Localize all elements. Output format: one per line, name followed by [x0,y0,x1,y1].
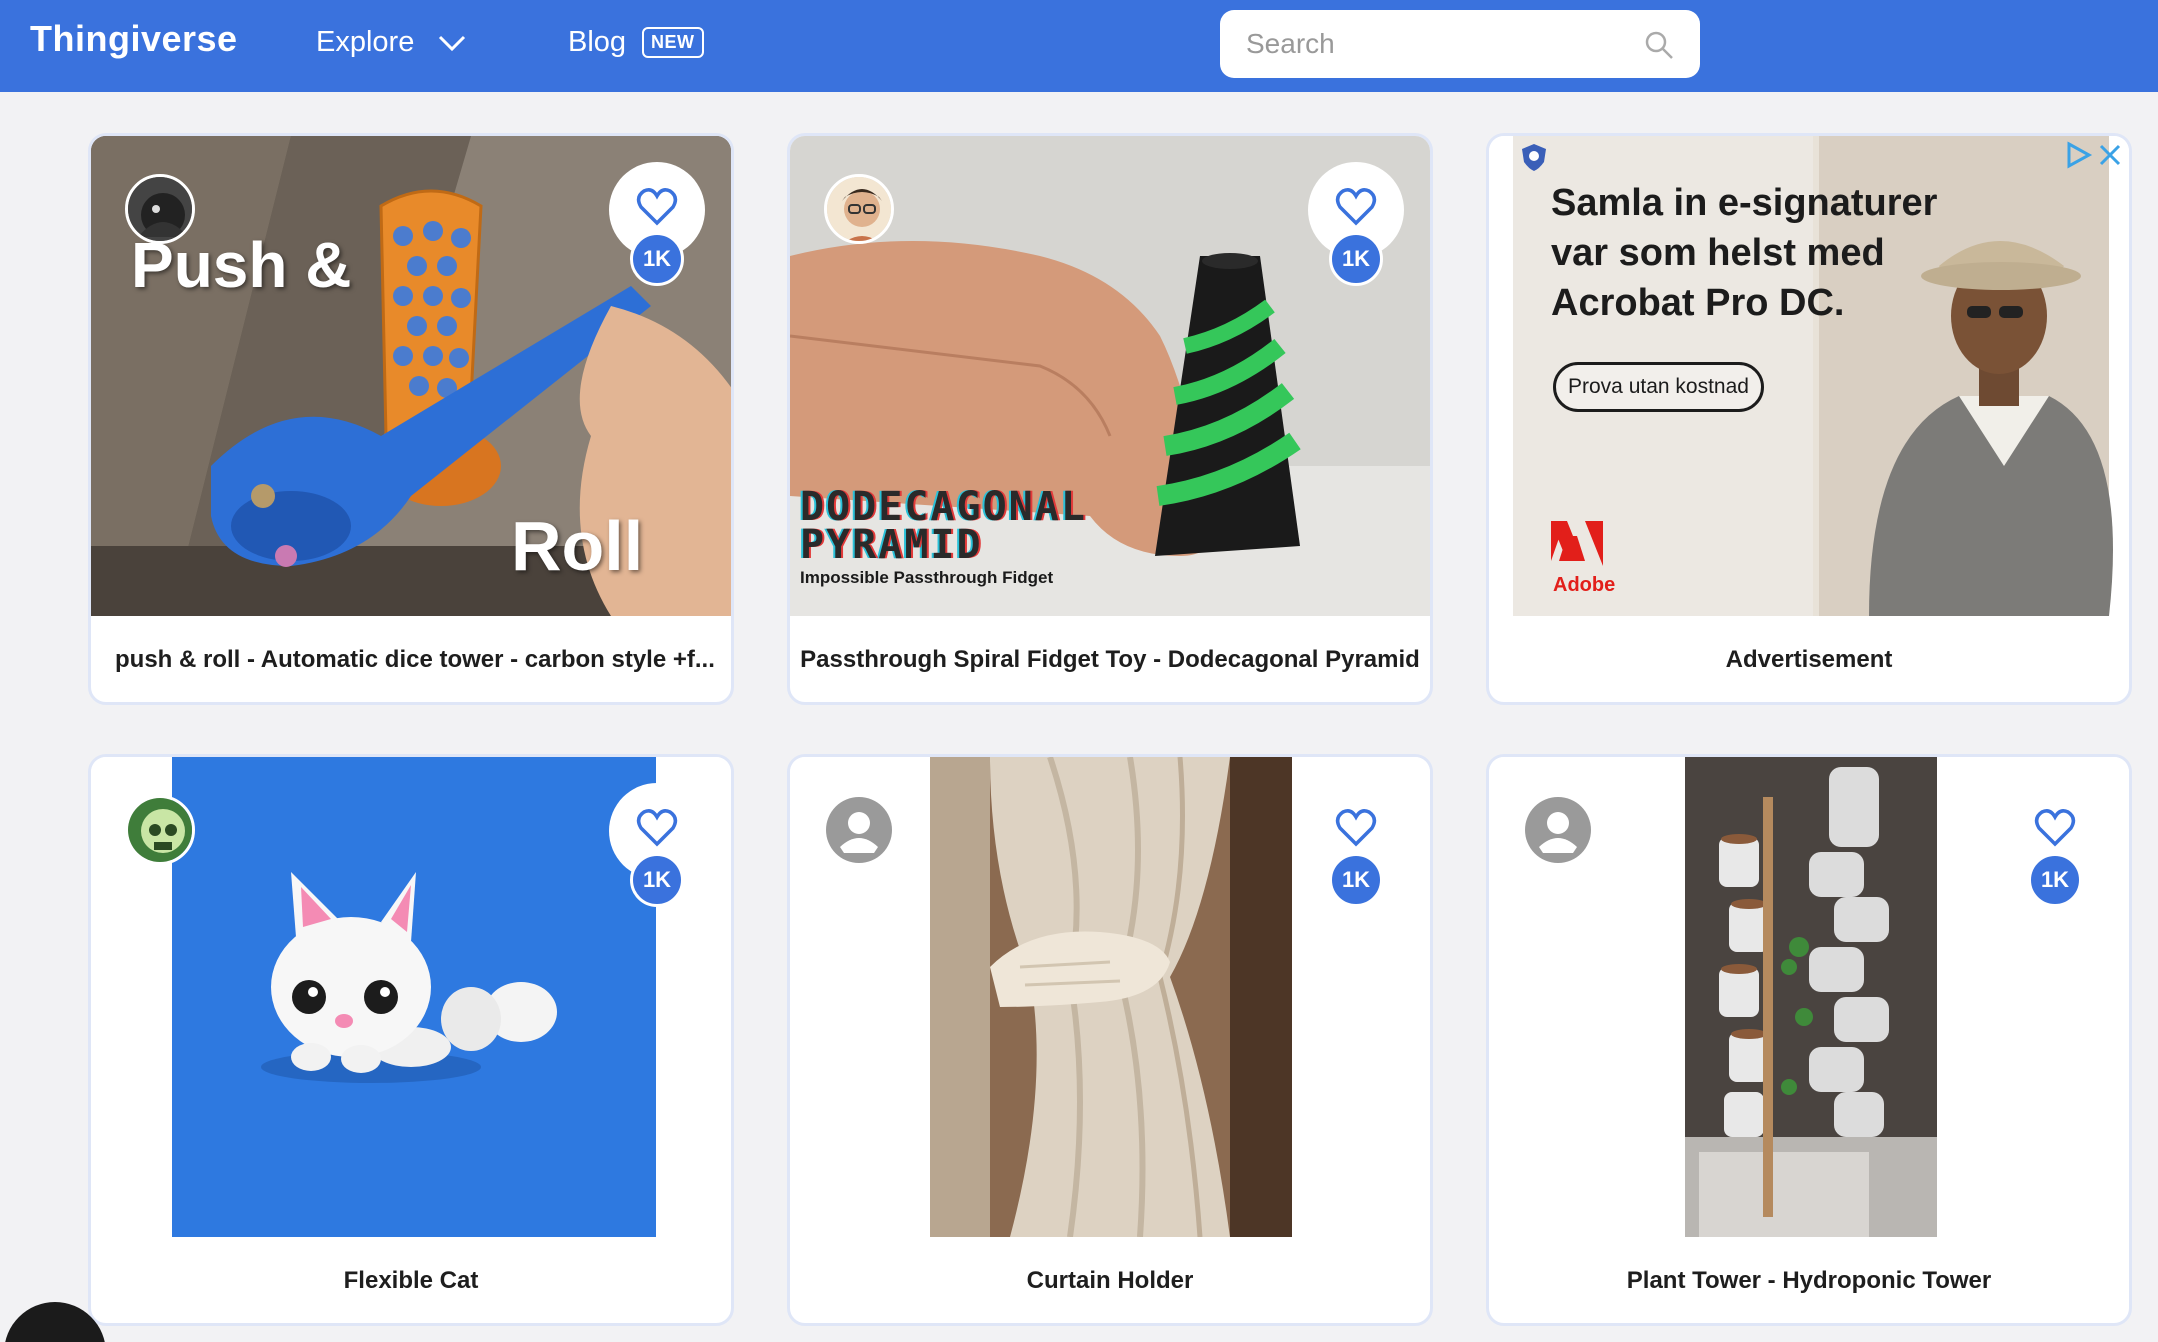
thing-card-flexible-cat[interactable]: 1K Flexible Cat [88,754,734,1326]
ad-headline: Samla in e-signaturer var som helst med … [1551,178,1937,328]
thing-card-dodecagonal-pyramid[interactable]: DODECAGONAL PYRAMID Impossible Passthrou… [787,133,1433,705]
thing-title[interactable]: Passthrough Spiral Fidget Toy - Dodecago… [790,616,1430,702]
heart-icon [1335,809,1377,847]
heart-icon [636,188,678,226]
search-icon[interactable] [1644,30,1674,60]
like-button[interactable]: 1K [1308,162,1404,286]
creator-avatar[interactable] [1523,795,1593,865]
ad-headline-line2: var som helst med [1551,232,1885,274]
thingiverse-logo[interactable]: Thingiverse [30,18,238,60]
like-count: 1K [1329,853,1383,907]
like-button[interactable]: 1K [609,162,705,286]
explore-menu[interactable]: Explore [316,26,468,59]
heart-icon [2034,809,2076,847]
ad-cta-button[interactable]: Prova utan kostnad [1553,362,1764,412]
creator-avatar[interactable] [824,174,894,244]
like-count: 1K [630,232,684,286]
thing-card-curtain-holder[interactable]: 1K Curtain Holder [787,754,1433,1326]
thing-title[interactable]: Curtain Holder [790,1237,1430,1323]
search-input[interactable] [1246,22,1626,66]
shield-icon[interactable] [1519,142,1549,172]
adobe-logo: Adobe [1553,574,1616,596]
explore-label: Explore [316,26,415,58]
thing-title[interactable]: Flexible Cat [91,1237,731,1323]
overlay-text-roll: Roll [511,507,644,585]
creator-avatar[interactable] [125,795,195,865]
heart-icon [636,809,678,847]
like-count: 1K [2028,853,2082,907]
thing-title[interactable]: push & roll - Automatic dice tower - car… [91,616,731,702]
like-count: 1K [630,853,684,907]
like-button[interactable]: 1K [1308,783,1404,907]
top-navbar: Thingiverse Explore Blog NEW [0,0,2158,92]
thing-card-dice-tower[interactable]: Push & Roll 1K push & roll - Automatic d… [88,133,734,705]
creator-avatar[interactable] [824,795,894,865]
creator-avatar[interactable] [125,174,195,244]
chevron-down-icon [439,35,466,51]
thing-card-plant-tower[interactable]: 1K Plant Tower - Hydroponic Tower [1486,754,2132,1326]
advertisement-card[interactable]: Samla in e-signaturer var som helst med … [1486,133,2132,705]
like-button[interactable]: 1K [609,783,705,907]
ad-headline-line3: Acrobat Pro DC. [1551,282,1845,324]
adchoices-icon[interactable] [2063,140,2093,170]
like-count: 1K [1329,232,1383,286]
ad-banner[interactable]: Samla in e-signaturer var som helst med … [1489,136,2129,616]
ad-label: Advertisement [1725,646,1893,673]
search-box [1220,10,1700,78]
ad-headline-line1: Samla in e-signaturer [1551,182,1938,224]
new-badge: NEW [642,27,704,58]
thing-title[interactable]: Plant Tower - Hydroponic Tower [1489,1237,2129,1323]
blog-link[interactable]: Blog NEW [568,26,704,59]
close-icon[interactable] [2097,142,2123,168]
blog-label: Blog [568,26,627,58]
overlay-title-line2: PYRAMID [800,522,983,568]
like-button[interactable]: 1K [2007,783,2103,907]
overlay-subtitle: Impossible Passthrough Fidget [800,568,1054,587]
heart-icon [1335,188,1377,226]
